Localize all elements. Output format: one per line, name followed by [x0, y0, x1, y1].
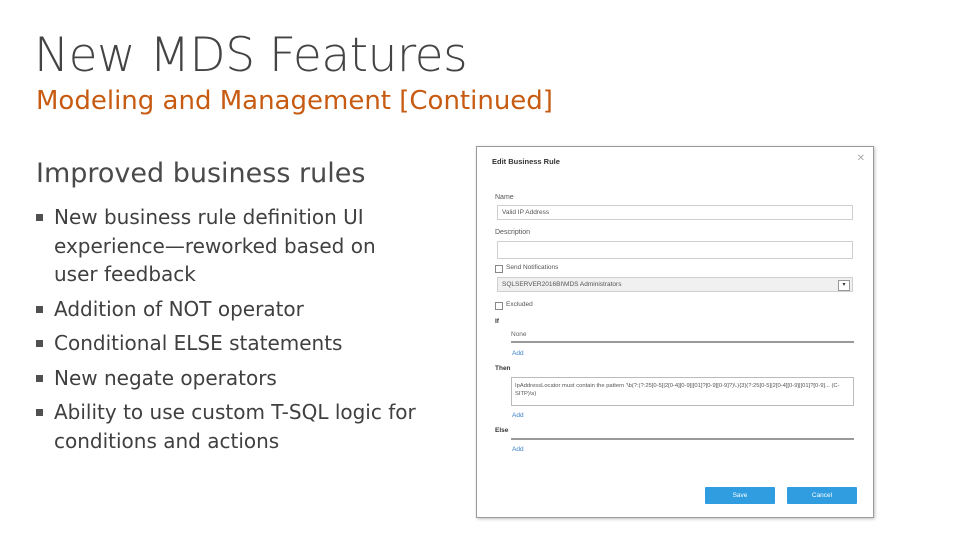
- excluded-label: Excluded: [506, 301, 533, 308]
- then-label: Then: [495, 365, 511, 372]
- description-label: Description: [495, 229, 531, 236]
- close-icon[interactable]: ✕: [857, 153, 865, 164]
- add-else-action-link[interactable]: Add: [512, 446, 524, 453]
- edit-business-rule-dialog: Edit Business Rule ✕ Name Valid IP Addre…: [476, 146, 874, 518]
- section-heading: Improved business rules: [36, 158, 366, 189]
- slide-subtitle: Modeling and Management [Continued]: [36, 86, 553, 116]
- else-label: Else: [495, 427, 509, 434]
- dialog-title: Edit Business Rule: [492, 157, 560, 166]
- if-label: If: [495, 318, 499, 325]
- add-condition-link[interactable]: Add: [512, 350, 524, 357]
- send-notifications-checkbox[interactable]: [495, 265, 503, 273]
- excluded-checkbox[interactable]: [495, 302, 503, 310]
- save-button[interactable]: Save: [705, 487, 775, 504]
- add-action-link[interactable]: Add: [512, 412, 524, 419]
- bullet-list: New business rule definition UI experien…: [36, 203, 416, 461]
- slide-title: New MDS Features: [34, 28, 468, 83]
- description-input[interactable]: [497, 241, 853, 259]
- if-condition[interactable]: None: [511, 329, 854, 343]
- bullet-item: Addition of NOT operator: [36, 295, 416, 324]
- name-label: Name: [495, 194, 514, 201]
- bullet-item: New negate operators: [36, 364, 416, 393]
- else-actions[interactable]: [511, 436, 854, 440]
- notify-group-value: SQLSERVER2016BI\MDS Administrators: [502, 281, 622, 288]
- name-input[interactable]: Valid IP Address: [497, 205, 853, 220]
- cancel-button[interactable]: Cancel: [787, 487, 857, 504]
- then-action[interactable]: IpAddressLocator must contain the patter…: [511, 377, 854, 406]
- bullet-item: Ability to use custom T-SQL logic for co…: [36, 398, 416, 455]
- notify-group-select[interactable]: SQLSERVER2016BI\MDS Administrators ▾: [497, 277, 853, 292]
- chevron-down-icon[interactable]: ▾: [838, 280, 850, 291]
- bullet-item: Conditional ELSE statements: [36, 329, 416, 358]
- bullet-item: New business rule definition UI experien…: [36, 203, 416, 289]
- send-notifications-label: Send Notifications: [506, 264, 559, 271]
